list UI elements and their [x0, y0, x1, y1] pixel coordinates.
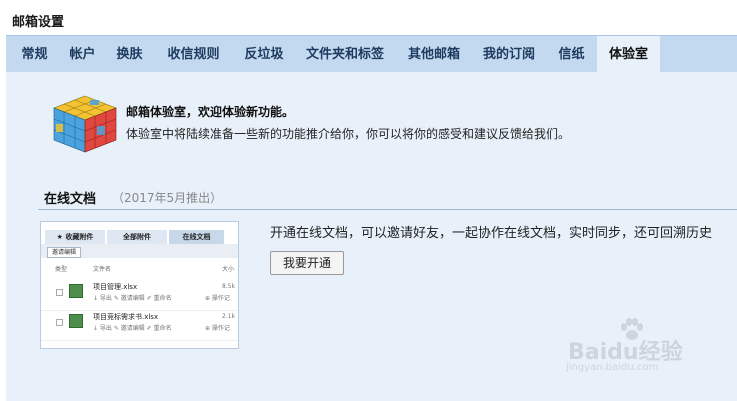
preview-file-log: ⊕ 操作记 — [205, 295, 230, 302]
preview-file-row: 项目管理.xlsx ↓ 导出 ✎ 邀请编辑 ✐ 重命名 8.5k ⊕ 操作记 — [41, 280, 238, 311]
preview-col-type: 类型 — [55, 266, 68, 273]
spreadsheet-icon — [69, 284, 83, 298]
preview-tab-all: 全部附件 — [107, 230, 167, 244]
tab-folders-labels[interactable]: 文件夹和标签 — [297, 36, 393, 73]
checkbox — [56, 319, 63, 326]
tab-stationery[interactable]: 信纸 — [549, 36, 594, 73]
lab-headline: 邮箱体验室，欢迎体验新功能。 — [126, 105, 295, 119]
preview-file-name: 项目竞标需求书.xlsx — [93, 313, 159, 321]
preview-column-header: 类型 文件名 大小 — [41, 262, 238, 274]
tab-skin[interactable]: 换肤 — [107, 36, 152, 73]
watermark-url: jingyan.baidu.com — [566, 362, 659, 373]
section-divider — [38, 209, 737, 210]
feature-preview-image: ★ 收藏附件 全部附件 在线文档 邀请编辑 类型 文件名 大小 项目管理.xls… — [40, 221, 239, 349]
feature-description: 开通在线文档，可以邀请好友，一起协作在线文档，实时同步，还可回溯历史 — [270, 226, 713, 241]
settings-tab-bar: 常规 帐户 换肤 收信规则 反垃圾 文件夹和标签 其他邮箱 我的订阅 信纸 体验… — [6, 35, 737, 73]
tab-inbox-rules[interactable]: 收信规则 — [156, 36, 231, 73]
preview-tab-starred: ★ 收藏附件 — [45, 230, 105, 244]
feature-title: 在线文档 — [44, 192, 97, 207]
preview-tab-online-docs: 在线文档 — [169, 230, 224, 244]
page-title: 邮箱设置 — [12, 15, 65, 30]
checkbox — [56, 289, 63, 296]
preview-file-size: 8.5k — [222, 283, 236, 290]
preview-toolbar: 邀请编辑 — [41, 244, 238, 258]
preview-file-log: ⊕ 操作记 — [205, 325, 230, 332]
enable-feature-button[interactable]: 我要开通 — [270, 251, 344, 275]
tab-accounts[interactable]: 帐户 — [60, 36, 105, 73]
preview-file-name: 项目管理.xlsx — [93, 283, 138, 291]
tab-general[interactable]: 常规 — [12, 36, 57, 73]
rubik-cube-icon — [53, 95, 117, 153]
preview-file-actions: ↓ 导出 ✎ 邀请编辑 ✐ 重命名 — [93, 295, 172, 302]
preview-col-name: 文件名 — [93, 266, 112, 273]
tab-other-mailboxes[interactable]: 其他邮箱 — [399, 36, 469, 73]
feature-release-date: （2017年5月推出） — [112, 191, 223, 205]
preview-file-actions: ↓ 导出 ✎ 邀请编辑 ✐ 重命名 — [93, 325, 172, 332]
lab-intro-text: 体验室中将陆续准备一些新的功能推介给你，你可以将你的感受和建议反馈给我们。 — [126, 127, 571, 141]
baidu-watermark: Baidu经验 jingyan.baidu.com — [560, 318, 700, 378]
spreadsheet-icon — [69, 314, 83, 328]
preview-invite-button: 邀请编辑 — [47, 247, 82, 258]
tab-subscriptions[interactable]: 我的订阅 — [474, 36, 544, 73]
preview-file-row: 项目竞标需求书.xlsx ↓ 导出 ✎ 邀请编辑 ✐ 重命名 2.1k ⊕ 操作… — [41, 310, 238, 341]
tab-lab[interactable]: 体验室 — [597, 36, 660, 73]
preview-file-size: 2.1k — [222, 313, 236, 320]
preview-tab-bar: ★ 收藏附件 全部附件 在线文档 — [41, 230, 238, 244]
tab-anti-spam[interactable]: 反垃圾 — [234, 36, 294, 73]
preview-col-size: 大小 — [222, 266, 235, 273]
